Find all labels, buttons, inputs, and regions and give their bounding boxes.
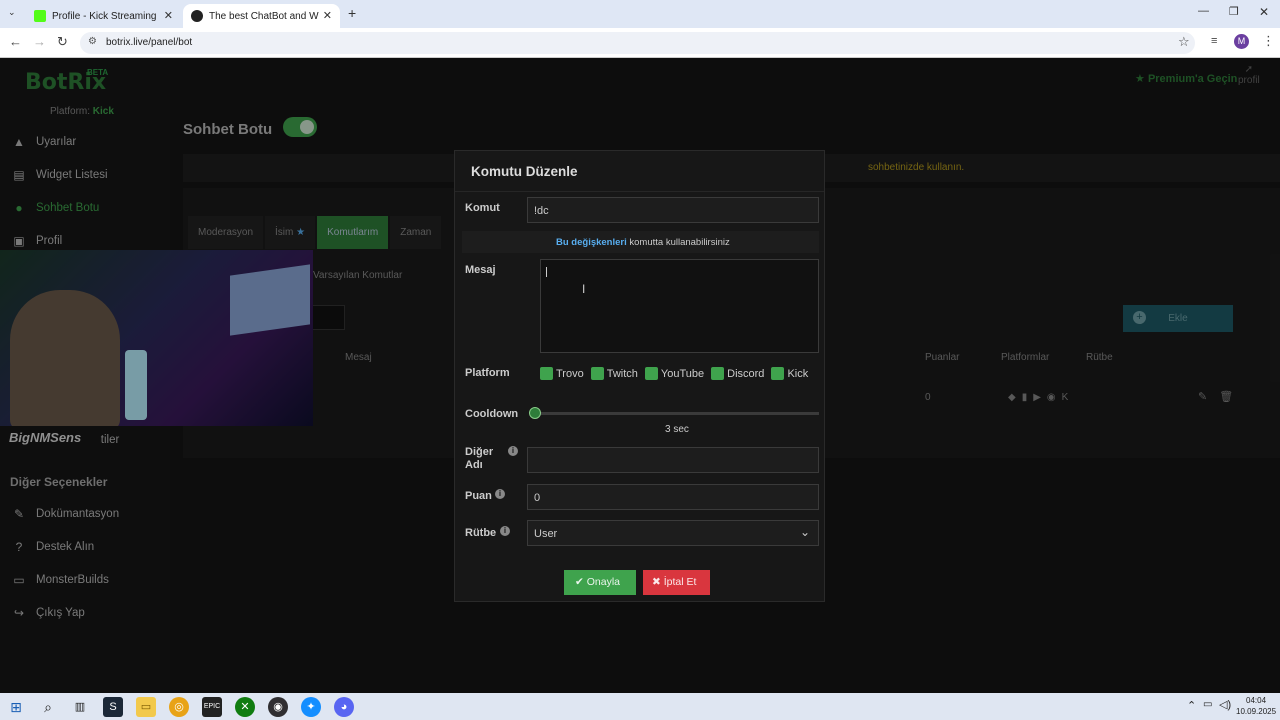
platform-checkbox-kick[interactable]: Kick	[771, 367, 808, 380]
address-bar-row: ← → ↻ ⚙ botrix.live/panel/bot ☆ ≡ M ⋮	[0, 28, 1280, 58]
variables-hint-text: komutta kullanabilirsiniz	[626, 237, 730, 248]
platform-checkbox-discord[interactable]: Discord	[711, 367, 764, 380]
platform-checkboxes: Trovo Twitch YouTube Discord Kick	[540, 367, 808, 380]
network-icon[interactable]: ▭	[1203, 699, 1212, 710]
platform-name: Kick	[787, 367, 809, 380]
clock-time: 04:04	[1246, 696, 1267, 705]
windows-start-icon[interactable]: ⊞	[6, 697, 26, 717]
battlenet-icon[interactable]: ✦	[301, 697, 321, 717]
alias-label: Diğer Adı	[465, 446, 493, 472]
bookmark-star-icon[interactable]: ☆	[1178, 34, 1190, 50]
platform-name: Discord	[727, 367, 765, 380]
site-info-icon[interactable]: ⚙	[88, 36, 97, 47]
rank-info-icon[interactable]: i	[500, 526, 510, 536]
close-icon: ✖	[652, 576, 661, 588]
tab-search-icon[interactable]: ⌄	[8, 7, 16, 18]
xbox-icon[interactable]: ✕	[235, 697, 255, 717]
system-clock[interactable]: 04:04 10.09.2025	[1236, 695, 1276, 717]
cancel-button[interactable]: ✖ İptal Et	[643, 570, 710, 595]
back-icon[interactable]: ←	[9, 34, 22, 49]
task-view-icon[interactable]: ▥	[70, 697, 90, 717]
tab-title: Profile - Kick Streaming	[52, 10, 157, 22]
clock-date: 10.09.2025	[1236, 707, 1277, 716]
modal-title: Komutu Düzenle	[471, 164, 578, 179]
points-value: 0	[534, 492, 541, 504]
edit-command-modal: Komutu Düzenle Komut !dc Bu değişkenleri…	[454, 150, 825, 602]
check-icon: ✔	[575, 576, 584, 588]
points-input[interactable]: 0	[527, 484, 819, 510]
command-input[interactable]: !dc	[527, 197, 819, 223]
platform-checkbox-twitch[interactable]: Twitch	[590, 367, 638, 380]
platform-checkbox-trovo[interactable]: Trovo	[540, 367, 584, 380]
points-label: Puan	[465, 490, 492, 502]
cooldown-value: 3 sec	[665, 424, 689, 435]
cooldown-label: Cooldown	[465, 408, 519, 420]
kick-favicon-icon	[34, 10, 46, 22]
rank-value: User	[534, 528, 558, 540]
alias-input[interactable]	[527, 447, 819, 473]
platform-name: Trovo	[556, 367, 584, 380]
menu-kebab-icon[interactable]: ⋮	[1262, 33, 1275, 49]
close-tab-icon[interactable]: ✕	[323, 9, 332, 22]
rank-label: Rütbe	[465, 527, 497, 539]
epic-games-icon[interactable]: EPIC	[202, 697, 222, 717]
close-window-icon[interactable]: ✕	[1259, 5, 1269, 19]
windows-taskbar: ⊞ ⌕ ▥ S ▭ ◎ EPIC ✕ ◉ ✦ ◕ ⌃ ▭ ◁) 04:04 10…	[0, 693, 1280, 720]
browser-tab-botrix[interactable]: The best ChatBot and Widgets ✕	[183, 4, 340, 28]
message-label: Mesaj	[465, 264, 496, 276]
reload-icon[interactable]: ↻	[57, 34, 68, 50]
confirm-label: Onayla	[586, 576, 621, 588]
text-caret	[546, 267, 547, 277]
obs-icon[interactable]: ◉	[268, 697, 288, 717]
search-icon[interactable]: ⌕	[38, 697, 58, 717]
checkbox-box[interactable]	[644, 367, 658, 380]
platform-checkbox-youtube[interactable]: YouTube	[644, 367, 705, 380]
file-explorer-icon[interactable]: ▭	[136, 697, 156, 717]
variables-link[interactable]: Bu değişkenleri	[556, 237, 627, 248]
alias-info-icon[interactable]: i	[508, 446, 518, 456]
new-tab-icon[interactable]: +	[348, 5, 356, 21]
discord-icon[interactable]: ◕	[334, 697, 354, 717]
command-label: Komut	[465, 202, 500, 214]
alias-label-line1: Diğer	[465, 446, 494, 458]
slider-handle[interactable]	[529, 407, 541, 419]
platform-label: Platform	[465, 367, 510, 379]
checkbox-box[interactable]	[590, 367, 604, 380]
cancel-label: İptal Et	[663, 576, 697, 588]
checkbox-box[interactable]	[540, 367, 553, 380]
text-cursor-icon: I	[582, 282, 586, 296]
confirm-button[interactable]: ✔ Onayla	[564, 570, 636, 595]
message-textarea[interactable]	[540, 259, 819, 353]
media-icon[interactable]: ≡	[1211, 35, 1217, 47]
platform-name: YouTube	[660, 367, 705, 380]
steam-icon[interactable]: S	[103, 697, 123, 717]
close-tab-icon[interactable]: ✕	[164, 9, 173, 22]
checkbox-box[interactable]	[711, 367, 725, 380]
modal-divider	[455, 191, 824, 192]
points-info-icon[interactable]: i	[495, 489, 505, 499]
restore-icon[interactable]: ❐	[1229, 5, 1239, 18]
tray-chevron-icon[interactable]: ⌃	[1187, 699, 1196, 712]
url-text: botrix.live/panel/bot	[106, 37, 193, 48]
command-value: !dc	[534, 205, 549, 217]
url-input[interactable]: ⚙ botrix.live/panel/bot	[80, 32, 1195, 54]
forward-icon[interactable]: →	[33, 34, 46, 49]
platform-name: Twitch	[606, 367, 638, 380]
alias-label-line2: Adı	[465, 459, 483, 471]
volume-icon[interactable]: ◁)	[1219, 698, 1231, 711]
browser-tab-kick[interactable]: Profile - Kick Streaming ✕	[26, 4, 181, 28]
variables-hint: Bu değişkenleri komutta kullanabilirsini…	[462, 231, 819, 253]
tab-title: The best ChatBot and Widgets	[209, 10, 319, 22]
profile-avatar[interactable]: M	[1234, 34, 1249, 49]
cooldown-slider[interactable]	[529, 407, 819, 419]
browser-tab-bar: ⌄ Profile - Kick Streaming ✕ The best Ch…	[0, 0, 1280, 28]
rank-select[interactable]: User ⌄	[527, 520, 819, 546]
chrome-icon[interactable]: ◎	[169, 697, 189, 717]
minimize-icon[interactable]: —	[1198, 5, 1209, 17]
botrix-favicon-icon	[191, 10, 203, 22]
checkbox-box[interactable]	[771, 367, 785, 380]
chevron-down-icon: ⌄	[799, 525, 810, 539]
